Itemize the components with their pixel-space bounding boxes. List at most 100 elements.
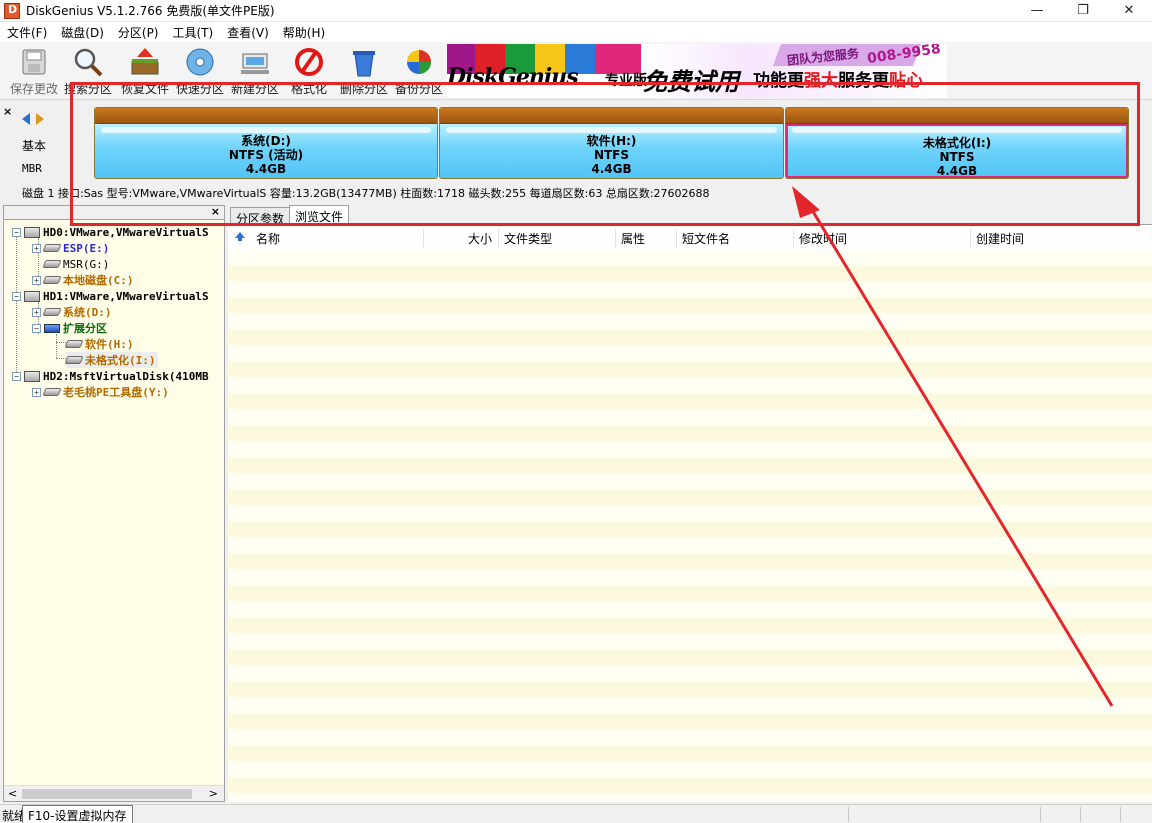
partition-block-software[interactable]: 软件(H:) NTFS 4.4GB <box>439 107 784 179</box>
previous-disk-arrow-icon[interactable] <box>22 113 30 125</box>
tree-item-local-disk-c[interactable]: + 本地磁盘(C:) <box>32 272 134 288</box>
file-list-body[interactable] <box>228 249 1152 802</box>
hard-disk-icon <box>24 226 40 238</box>
menu-disk[interactable]: 磁盘(D) <box>54 24 111 41</box>
tab-bar: 分区参数 浏览文件 <box>228 205 1152 226</box>
tree-item-hd0[interactable]: − HD0:VMware,VMwareVirtualS <box>12 224 209 240</box>
tab-partition-params[interactable]: 分区参数 <box>230 207 291 226</box>
collapse-icon[interactable]: − <box>32 323 41 333</box>
disk-info-line: 磁盘 1 接口:Sas 型号:VMware,VMwareVirtualS 容量:… <box>22 187 710 200</box>
status-tooltip: F10-设置虚拟内存 <box>22 805 133 823</box>
tree-item-hd1[interactable]: − HD1:VMware,VMwareVirtualS <box>12 288 209 304</box>
new-partition-icon <box>239 46 271 78</box>
tree-horizontal-scrollbar[interactable]: < > <box>4 785 224 801</box>
search-partition-button[interactable]: 搜索分区 <box>62 46 114 98</box>
advertising-banner[interactable]: 团队为您服务 008-9958 DiskGenius 专业版 免费试用 功能更强… <box>447 44 947 98</box>
collapse-icon[interactable]: − <box>12 371 21 381</box>
tree-close-icon[interactable]: × <box>211 205 220 218</box>
magnifier-icon <box>72 46 104 78</box>
delete-partition-button[interactable]: 删除分区 <box>338 46 390 98</box>
tree-item-pe-toolkit-y[interactable]: + 老毛桃PE工具盘(Y:) <box>32 384 169 400</box>
close-button[interactable]: ✕ <box>1106 0 1152 22</box>
window-title: DiskGenius V5.1.2.766 免费版(单文件PE版) <box>26 4 275 18</box>
column-attributes[interactable]: 属性 <box>621 230 645 247</box>
disk-platter-icon <box>184 46 216 78</box>
new-partition-button[interactable]: 新建分区 <box>228 46 282 98</box>
partition-block-system[interactable]: 系统(D:) NTFS (活动) 4.4GB <box>94 107 438 179</box>
disk-map-panel: × 基本 MBR 系统(D:) NTFS (活动) 4.4GB 软件(H:) N… <box>0 101 1152 205</box>
collapse-icon[interactable]: − <box>12 227 21 237</box>
menu-file[interactable]: 文件(F) <box>0 24 54 41</box>
expand-icon[interactable]: + <box>32 275 41 285</box>
expand-icon[interactable]: + <box>32 307 41 317</box>
partition-icon <box>42 308 62 316</box>
tab-browse-files[interactable]: 浏览文件 <box>289 205 350 226</box>
partition-fs: NTFS <box>593 148 630 162</box>
column-name[interactable]: 名称 <box>256 230 280 247</box>
hard-disk-icon <box>24 370 40 382</box>
tree-item-msr[interactable]: MSR(G:) <box>42 256 109 272</box>
column-created-time[interactable]: 创建时间 <box>976 230 1024 247</box>
partition-icon <box>42 244 62 252</box>
tree-item-hd2[interactable]: − HD2:MsftVirtualDisk(410MB <box>12 368 209 384</box>
format-button[interactable]: 格式化 <box>286 46 332 98</box>
quick-partition-button[interactable]: 快速分区 <box>174 46 226 98</box>
app-logo-icon <box>4 2 20 19</box>
save-disk-icon <box>18 46 50 78</box>
menu-view[interactable]: 查看(V) <box>220 24 276 41</box>
tree-item-unformatted-i[interactable]: 未格式化(I:) <box>64 352 158 368</box>
partition-name: 软件(H:) <box>586 134 637 148</box>
partition-icon <box>64 340 84 348</box>
scroll-left-icon[interactable]: < <box>8 787 17 800</box>
expand-icon[interactable]: + <box>32 243 41 253</box>
tree-item-system-d[interactable]: + 系统(D:) <box>32 304 112 320</box>
file-list-header: 名称 大小 文件类型 属性 短文件名 修改时间 创建时间 <box>228 227 1152 249</box>
extended-partition-icon <box>44 323 60 333</box>
partition-icon <box>64 356 84 364</box>
tree-item-software-h[interactable]: 软件(H:) <box>64 336 134 352</box>
column-modified-time[interactable]: 修改时间 <box>799 230 847 247</box>
partition-icon <box>42 276 62 284</box>
title-bar: DiskGenius V5.1.2.766 免费版(单文件PE版) — ❐ ✕ <box>0 0 1152 22</box>
minimize-button[interactable]: — <box>1014 0 1060 22</box>
disk-type-label: 基本 <box>22 139 47 153</box>
save-changes-button[interactable]: 保存更改 <box>8 46 60 98</box>
parent-folder-up-icon[interactable] <box>235 232 245 241</box>
banner-edition: 专业版 <box>605 73 647 89</box>
backup-partition-button[interactable]: 备份分区 <box>393 46 445 98</box>
status-bar: 就绪 F10-设置虚拟内存 <box>0 804 1152 823</box>
recover-files-button[interactable]: 恢复文件 <box>118 46 172 98</box>
collapse-icon[interactable]: − <box>12 291 21 301</box>
partition-icon <box>42 388 62 396</box>
next-disk-arrow-icon[interactable] <box>36 113 44 125</box>
menu-partition[interactable]: 分区(P) <box>111 24 166 41</box>
partition-block-unformatted[interactable]: 未格式化(I:) NTFS 4.4GB <box>785 107 1129 179</box>
column-file-type[interactable]: 文件类型 <box>504 230 552 247</box>
menu-bar: 文件(F) 磁盘(D) 分区(P) 工具(T) 查看(V) 帮助(H) <box>0 22 1152 42</box>
menu-help[interactable]: 帮助(H) <box>276 24 332 41</box>
scroll-right-icon[interactable]: > <box>209 787 218 800</box>
format-icon <box>293 46 325 78</box>
trash-icon <box>348 46 380 78</box>
partition-size: 4.4GB <box>591 162 632 176</box>
banner-slogan: 功能更强大服务更贴心 <box>753 71 923 91</box>
disk-panel-close-icon[interactable]: × <box>3 105 12 118</box>
tree-item-extended[interactable]: − 扩展分区 <box>32 320 107 336</box>
toolbar: 保存更改 搜索分区 恢复文件 快速分区 新建分区 格式化 删除分区 备份分区 团… <box>0 42 1152 100</box>
disk-tree-panel: × − HD0:VMware,VMwareVirtualS + ESP(E:) MS… <box>3 205 225 802</box>
menu-tools[interactable]: 工具(T) <box>166 24 221 41</box>
column-size[interactable]: 大小 <box>468 230 492 247</box>
file-browser-panel: 分区参数 浏览文件 名称 大小 文件类型 属性 短文件名 修改时间 创建时间 <box>228 205 1152 802</box>
banner-free-trial: 免费试用 <box>643 67 739 96</box>
banner-logo-text: DiskGenius <box>447 64 579 90</box>
maximize-button[interactable]: ❐ <box>1060 0 1106 22</box>
partition-fs: NTFS (活动) <box>228 148 304 162</box>
partition-fs: NTFS <box>939 150 975 164</box>
scroll-thumb[interactable] <box>22 789 192 799</box>
partition-name: 未格式化(I:) <box>922 136 992 150</box>
partition-name: 系统(D:) <box>241 134 291 148</box>
tree-item-esp[interactable]: + ESP(E:) <box>32 240 109 256</box>
recover-files-icon <box>129 46 161 78</box>
column-short-name[interactable]: 短文件名 <box>682 230 730 247</box>
expand-icon[interactable]: + <box>32 387 41 397</box>
